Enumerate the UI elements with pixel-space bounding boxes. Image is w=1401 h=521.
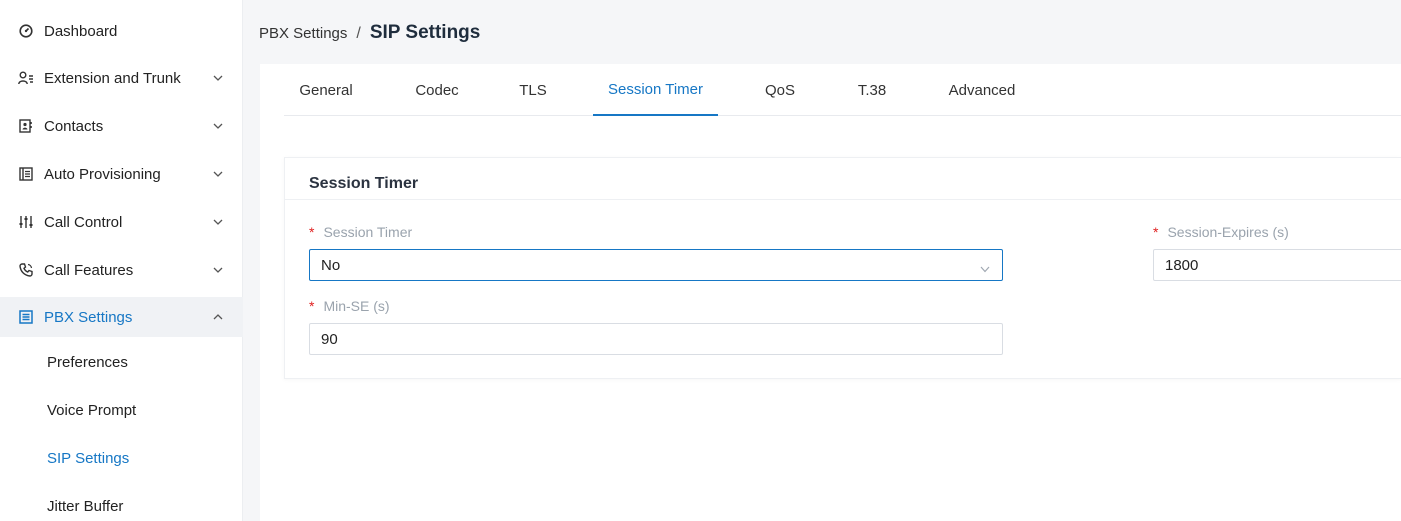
chevron-up-icon <box>213 312 223 322</box>
sidebar-item-auto-provisioning[interactable]: Auto Provisioning <box>0 154 243 194</box>
dashboard-icon <box>18 23 34 39</box>
sliders-icon <box>18 214 34 230</box>
sidebar-subitem-label: SIP Settings <box>47 449 130 467</box>
sidebar-item-label: Call Control <box>44 213 123 231</box>
session-expires-label-text: Session-Expires (s) <box>1167 224 1289 240</box>
sidebar-subitem-label: Voice Prompt <box>47 401 137 419</box>
min-se-label: * Min-SE (s) <box>309 298 390 314</box>
tab-codec[interactable]: Codec <box>397 64 477 116</box>
chevron-down-icon <box>980 260 990 273</box>
tab-general[interactable]: General <box>284 64 368 116</box>
session-timer-value: No <box>321 256 341 274</box>
sidebar-subitem-preferences[interactable]: Preferences <box>0 342 243 382</box>
min-se-input[interactable]: 90 <box>309 323 1003 355</box>
session-timer-label-text: Session Timer <box>323 224 413 240</box>
session-expires-input[interactable]: 1800 <box>1153 249 1401 281</box>
chevron-down-icon <box>213 217 223 227</box>
breadcrumb: PBX Settings / SIP Settings <box>259 22 480 48</box>
breadcrumb-parent-link[interactable]: PBX Settings <box>259 25 347 42</box>
sidebar-item-label: PBX Settings <box>44 308 133 326</box>
sidebar-subitem-voice-prompt[interactable]: Voice Prompt <box>0 390 243 430</box>
tab-tls[interactable]: TLS <box>502 64 564 116</box>
page-title: SIP Settings <box>369 22 481 43</box>
session-timer-card: Session Timer * Session Timer No * Session… <box>284 157 1401 379</box>
chevron-down-icon <box>213 73 223 83</box>
min-se-value: 90 <box>321 330 338 348</box>
required-mark: * <box>309 224 315 240</box>
session-timer-select[interactable]: No <box>309 249 1003 281</box>
sidebar-subitem-label: Jitter Buffer <box>47 497 124 515</box>
main-panel: General Codec TLS Session Timer QoS T.38… <box>260 64 1401 521</box>
sidebar-item-label: Dashboard <box>44 22 118 40</box>
sidebar-item-call-features[interactable]: Call Features <box>0 250 243 290</box>
sidebar-subitem-sip-settings[interactable]: SIP Settings <box>0 438 243 478</box>
sidebar-item-label: Call Features <box>44 261 134 279</box>
chevron-down-icon <box>213 121 223 131</box>
min-se-label-text: Min-SE (s) <box>323 298 390 314</box>
sidebar-item-contacts[interactable]: Contacts <box>0 106 243 146</box>
tab-t38[interactable]: T.38 <box>840 64 904 116</box>
sidebar-item-extension-and-trunk[interactable]: Extension and Trunk <box>0 58 243 98</box>
card-divider <box>285 199 1401 200</box>
sidebar-subitem-label: Preferences <box>47 353 128 371</box>
phone-icon <box>18 262 34 278</box>
tab-qos[interactable]: QoS <box>748 64 812 116</box>
session-timer-label: * Session Timer <box>309 224 412 240</box>
tab-bar: General Codec TLS Session Timer QoS T.38… <box>284 64 1401 116</box>
app-root: Dashboard Extension and Trunk Contacts A… <box>0 0 1401 521</box>
chevron-down-icon <box>213 169 223 179</box>
user-list-icon <box>18 70 34 86</box>
sidebar-item-pbx-settings[interactable]: PBX Settings <box>0 297 243 337</box>
sidebar-item-dashboard[interactable]: Dashboard <box>0 11 243 51</box>
session-expires-label: * Session-Expires (s) <box>1153 224 1289 240</box>
breadcrumb-separator: / <box>356 25 361 42</box>
sidebar-item-label: Extension and Trunk <box>44 69 181 87</box>
sidebar-item-label: Auto Provisioning <box>44 165 161 183</box>
required-mark: * <box>1153 224 1159 240</box>
sidebar-item-label: Contacts <box>44 117 104 135</box>
sidebar-item-call-control[interactable]: Call Control <box>0 202 243 242</box>
settings-list-icon <box>18 309 34 325</box>
chevron-down-icon <box>213 265 223 275</box>
tab-advanced[interactable]: Advanced <box>934 64 1030 116</box>
required-mark: * <box>309 298 315 314</box>
sidebar: Dashboard Extension and Trunk Contacts A… <box>0 0 243 521</box>
card-title: Session Timer <box>309 175 419 192</box>
contacts-book-icon <box>18 118 34 134</box>
tab-session-timer[interactable]: Session Timer <box>593 64 718 116</box>
sidebar-subitem-jitter-buffer[interactable]: Jitter Buffer <box>0 486 243 521</box>
provisioning-icon <box>18 166 34 182</box>
session-expires-value: 1800 <box>1165 256 1199 274</box>
